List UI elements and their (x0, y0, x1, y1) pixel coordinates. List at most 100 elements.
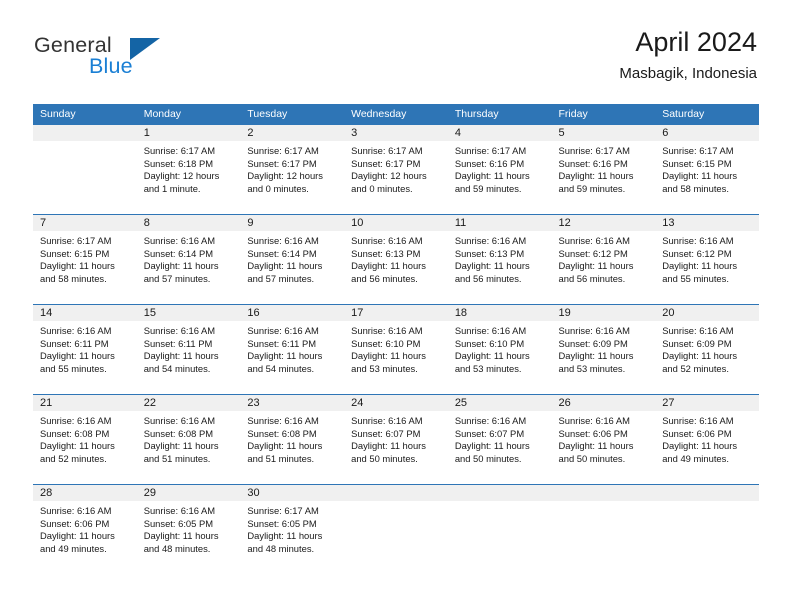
day-number (344, 485, 448, 501)
day-details: Sunrise: 6:16 AM Sunset: 6:07 PM Dayligh… (351, 415, 426, 464)
day-number: 6 (655, 125, 759, 141)
calendar-table: Sunday Monday Tuesday Wednesday Thursday… (33, 104, 759, 574)
day-number (447, 485, 552, 501)
day-cell[interactable] (655, 484, 759, 574)
day-number: 26 (551, 395, 656, 411)
day-details: Sunrise: 6:17 AM Sunset: 6:17 PM Dayligh… (351, 145, 427, 194)
day-cell[interactable]: 29 Sunrise: 6:16 AM Sunset: 6:05 PM Dayli… (136, 484, 241, 574)
day-details: Sunrise: 6:16 AM Sunset: 6:06 PM Dayligh… (662, 415, 738, 464)
day-details: Sunrise: 6:16 AM Sunset: 6:11 PM Dayligh… (247, 325, 323, 374)
day-cell[interactable]: 23 Sunrise: 6:16 AM Sunset: 6:08 PM Dayli… (240, 394, 345, 485)
day-details (33, 141, 137, 145)
weekday-header-saturday: Saturday (655, 104, 759, 125)
day-cell[interactable]: 27 Sunrise: 6:16 AM Sunset: 6:06 PM Dayli… (655, 394, 759, 485)
calendar-week-row: 14 Sunrise: 6:16 AM Sunset: 6:11 PM Dayli… (33, 304, 759, 395)
day-cell[interactable]: 21 Sunrise: 6:16 AM Sunset: 6:08 PM Dayli… (33, 394, 137, 485)
calendar-week-row: 28 Sunrise: 6:16 AM Sunset: 6:06 PM Dayli… (33, 484, 759, 574)
day-details: Sunrise: 6:16 AM Sunset: 6:08 PM Dayligh… (247, 415, 323, 464)
day-number: 1 (136, 125, 241, 141)
day-details: Sunrise: 6:16 AM Sunset: 6:10 PM Dayligh… (454, 325, 530, 374)
day-cell[interactable]: 25 Sunrise: 6:16 AM Sunset: 6:07 PM Dayli… (447, 394, 552, 485)
day-details: Sunrise: 6:17 AM Sunset: 6:16 PM Dayligh… (454, 145, 530, 194)
day-cell[interactable]: 28 Sunrise: 6:16 AM Sunset: 6:06 PM Dayli… (33, 484, 137, 574)
day-cell[interactable]: 9 Sunrise: 6:16 AM Sunset: 6:14 PM Daylig… (240, 214, 345, 305)
day-cell[interactable] (344, 484, 448, 574)
day-cell[interactable]: 18 Sunrise: 6:16 AM Sunset: 6:10 PM Dayli… (447, 304, 552, 395)
day-number: 22 (136, 395, 241, 411)
day-details: Sunrise: 6:16 AM Sunset: 6:10 PM Dayligh… (351, 325, 426, 374)
calendar-header-row: Sunday Monday Tuesday Wednesday Thursday… (33, 104, 759, 125)
day-details: Sunrise: 6:17 AM Sunset: 6:16 PM Dayligh… (558, 145, 634, 194)
day-number: 12 (551, 215, 656, 231)
day-cell[interactable] (33, 125, 137, 215)
weekday-header-wednesday: Wednesday (344, 104, 448, 125)
day-cell[interactable]: 7 Sunrise: 6:17 AM Sunset: 6:15 PM Daylig… (33, 214, 137, 305)
day-cell[interactable]: 15 Sunrise: 6:16 AM Sunset: 6:11 PM Dayli… (136, 304, 241, 395)
day-details: Sunrise: 6:16 AM Sunset: 6:14 PM Dayligh… (247, 235, 323, 284)
day-cell[interactable]: 19 Sunrise: 6:16 AM Sunset: 6:09 PM Dayli… (551, 304, 656, 395)
day-cell[interactable]: 24 Sunrise: 6:16 AM Sunset: 6:07 PM Dayli… (344, 394, 448, 485)
day-details: Sunrise: 6:16 AM Sunset: 6:09 PM Dayligh… (662, 325, 738, 374)
day-cell[interactable]: 14 Sunrise: 6:16 AM Sunset: 6:11 PM Dayli… (33, 304, 137, 395)
day-cell[interactable]: 20 Sunrise: 6:16 AM Sunset: 6:09 PM Dayli… (655, 304, 759, 395)
day-cell[interactable]: 5 Sunrise: 6:17 AM Sunset: 6:16 PM Daylig… (551, 125, 656, 215)
day-number: 21 (33, 395, 137, 411)
day-cell[interactable]: 6 Sunrise: 6:17 AM Sunset: 6:15 PM Daylig… (655, 125, 759, 215)
calendar-week-row: 1 Sunrise: 6:17 AM Sunset: 6:18 PM Daylig… (33, 125, 759, 215)
day-details: Sunrise: 6:16 AM Sunset: 6:13 PM Dayligh… (454, 235, 530, 284)
day-number: 27 (655, 395, 759, 411)
day-number: 9 (240, 215, 345, 231)
day-number (33, 125, 137, 141)
day-cell[interactable]: 16 Sunrise: 6:16 AM Sunset: 6:11 PM Dayli… (240, 304, 345, 395)
day-cell[interactable]: 8 Sunrise: 6:16 AM Sunset: 6:14 PM Daylig… (136, 214, 241, 305)
day-cell[interactable]: 1 Sunrise: 6:17 AM Sunset: 6:18 PM Daylig… (136, 125, 241, 215)
weekday-header-tuesday: Tuesday (240, 104, 345, 125)
day-details: Sunrise: 6:16 AM Sunset: 6:11 PM Dayligh… (40, 325, 115, 374)
day-number: 15 (136, 305, 241, 321)
day-number: 25 (447, 395, 552, 411)
weekday-header-friday: Friday (551, 104, 656, 125)
day-details: Sunrise: 6:16 AM Sunset: 6:05 PM Dayligh… (143, 505, 219, 554)
day-details: Sunrise: 6:16 AM Sunset: 6:06 PM Dayligh… (40, 505, 115, 554)
brand-logo: General Blue (34, 33, 254, 83)
calendar-week-row: 21 Sunrise: 6:16 AM Sunset: 6:08 PM Dayli… (33, 394, 759, 485)
day-number: 10 (344, 215, 448, 231)
day-details: Sunrise: 6:16 AM Sunset: 6:07 PM Dayligh… (454, 415, 530, 464)
day-number: 8 (136, 215, 241, 231)
day-cell[interactable]: 26 Sunrise: 6:16 AM Sunset: 6:06 PM Dayli… (551, 394, 656, 485)
day-number: 3 (344, 125, 448, 141)
day-number: 17 (344, 305, 448, 321)
day-cell[interactable]: 10 Sunrise: 6:16 AM Sunset: 6:13 PM Dayli… (344, 214, 448, 305)
day-number: 5 (551, 125, 656, 141)
day-details: Sunrise: 6:16 AM Sunset: 6:13 PM Dayligh… (351, 235, 426, 284)
day-cell[interactable]: 12 Sunrise: 6:16 AM Sunset: 6:12 PM Dayli… (551, 214, 656, 305)
page-subtitle: Masbagik, Indonesia (619, 64, 757, 82)
day-cell[interactable]: 13 Sunrise: 6:16 AM Sunset: 6:12 PM Dayli… (655, 214, 759, 305)
day-details: Sunrise: 6:16 AM Sunset: 6:14 PM Dayligh… (143, 235, 219, 284)
day-number: 14 (33, 305, 137, 321)
weekday-header-thursday: Thursday (447, 104, 552, 125)
day-details: Sunrise: 6:17 AM Sunset: 6:15 PM Dayligh… (40, 235, 115, 284)
day-number (655, 485, 759, 501)
day-cell[interactable]: 22 Sunrise: 6:16 AM Sunset: 6:08 PM Dayli… (136, 394, 241, 485)
day-cell[interactable]: 4 Sunrise: 6:17 AM Sunset: 6:16 PM Daylig… (447, 125, 552, 215)
title-block: April 2024 Masbagik, Indonesia (619, 27, 757, 82)
day-cell[interactable]: 2 Sunrise: 6:17 AM Sunset: 6:17 PM Daylig… (240, 125, 345, 215)
day-cell[interactable]: 11 Sunrise: 6:16 AM Sunset: 6:13 PM Dayli… (447, 214, 552, 305)
day-cell[interactable]: 3 Sunrise: 6:17 AM Sunset: 6:17 PM Daylig… (344, 125, 448, 215)
day-cell[interactable]: 30 Sunrise: 6:17 AM Sunset: 6:05 PM Dayli… (240, 484, 345, 574)
day-number: 18 (447, 305, 552, 321)
day-number: 4 (447, 125, 552, 141)
day-cell[interactable] (551, 484, 656, 574)
day-number: 13 (655, 215, 759, 231)
day-number: 30 (240, 485, 345, 501)
day-details: Sunrise: 6:17 AM Sunset: 6:05 PM Dayligh… (247, 505, 323, 554)
day-number: 19 (551, 305, 656, 321)
day-number: 11 (447, 215, 552, 231)
day-details: Sunrise: 6:16 AM Sunset: 6:11 PM Dayligh… (143, 325, 219, 374)
day-cell[interactable] (447, 484, 552, 574)
day-details: Sunrise: 6:17 AM Sunset: 6:17 PM Dayligh… (247, 145, 323, 194)
day-number: 24 (344, 395, 448, 411)
day-cell[interactable]: 17 Sunrise: 6:16 AM Sunset: 6:10 PM Dayli… (344, 304, 448, 395)
day-details: Sunrise: 6:16 AM Sunset: 6:09 PM Dayligh… (558, 325, 634, 374)
